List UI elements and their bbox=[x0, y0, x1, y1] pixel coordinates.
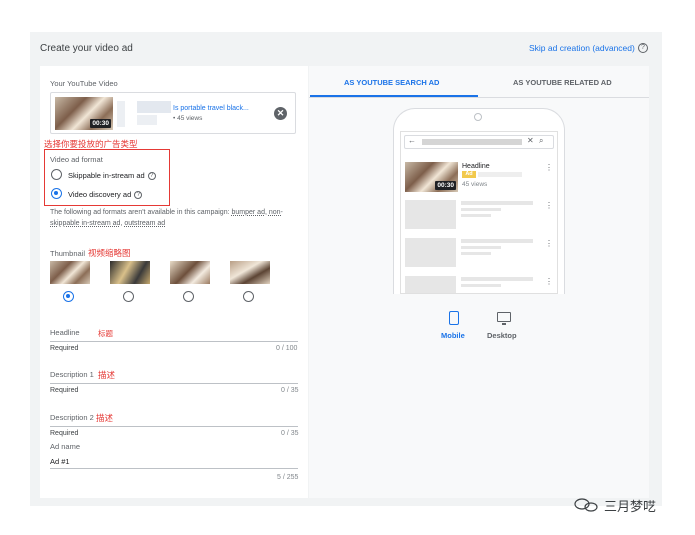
description2-label: Description 2 bbox=[50, 413, 94, 422]
desktop-stand bbox=[502, 323, 506, 325]
selected-video-card[interactable]: 00:30 Is portable travel black... • 45 v… bbox=[50, 92, 296, 134]
thumbnail-image bbox=[230, 261, 270, 284]
headline-counter: 0 / 100 bbox=[276, 345, 298, 352]
thumbnail-radio-4[interactable] bbox=[243, 291, 254, 302]
desktop-icon[interactable] bbox=[497, 312, 511, 322]
placeholder-line bbox=[461, 239, 533, 243]
tab-divider bbox=[309, 97, 649, 98]
video-discovery-option-label: Video discovery ad bbox=[68, 190, 132, 199]
more-options-icon: ⋮ bbox=[545, 163, 553, 172]
thumbnail-option-1[interactable] bbox=[50, 261, 90, 284]
thumbnail-option-3[interactable] bbox=[170, 261, 210, 284]
skippable-option[interactable]: Skippable in-stream ad? bbox=[68, 171, 156, 181]
video-section-label: Your YouTube Video bbox=[50, 79, 118, 88]
ad-name-counter: 5 / 255 bbox=[277, 474, 299, 481]
video-thumbnail: 00:30 bbox=[55, 97, 113, 130]
description1-input[interactable] bbox=[50, 383, 298, 384]
thumbnail-label: Thumbnail bbox=[50, 249, 86, 258]
placeholder-line bbox=[461, 246, 501, 249]
description2-counter: 0 / 35 bbox=[281, 430, 299, 437]
placeholder-thumbnail bbox=[405, 200, 456, 229]
device-desktop[interactable]: Desktop bbox=[487, 331, 517, 340]
headline-label: Headline bbox=[50, 328, 80, 337]
description2-annotation: 描述 bbox=[96, 413, 114, 423]
description2-input[interactable] bbox=[50, 426, 298, 427]
tab-search-ad[interactable]: AS YOUTUBE SEARCH AD bbox=[344, 78, 439, 87]
clear-icon: ✕ bbox=[527, 136, 534, 145]
wechat-icon bbox=[574, 498, 598, 512]
tab-related-ad[interactable]: AS YOUTUBE RELATED AD bbox=[513, 78, 612, 87]
help-icon[interactable]: ? bbox=[147, 172, 156, 181]
headline-required: Required bbox=[50, 345, 79, 352]
thumbnail-option-4[interactable] bbox=[230, 261, 270, 284]
placeholder-line bbox=[461, 208, 501, 211]
skip-ad-creation-link[interactable]: Skip ad creation (advanced) bbox=[529, 43, 635, 53]
preview-duration: 00:30 bbox=[435, 181, 456, 190]
thumbnail-image bbox=[50, 261, 90, 284]
watermark-text: 三月梦呓 bbox=[604, 499, 657, 514]
thumbnail-image bbox=[170, 261, 210, 284]
help-icon[interactable]: ? bbox=[134, 191, 143, 200]
ad-badge: Ad bbox=[462, 171, 476, 178]
placeholder-line bbox=[461, 252, 491, 255]
blurred-text bbox=[478, 172, 522, 177]
page-title: Create your video ad bbox=[40, 43, 133, 54]
phone-camera bbox=[474, 113, 482, 121]
description1-annotation: 描述 bbox=[98, 370, 116, 380]
thumbnail-annotation: 视频缩略图 bbox=[88, 248, 131, 258]
thumbnail-radio-3[interactable] bbox=[183, 291, 194, 302]
more-options-icon: ⋮ bbox=[545, 277, 553, 286]
headline-annotation: 标题 bbox=[98, 329, 113, 338]
ad-format-label: Video ad format bbox=[50, 155, 103, 164]
help-icon[interactable]: ? bbox=[638, 43, 648, 53]
skippable-option-label: Skippable in-stream ad bbox=[68, 171, 145, 180]
note-text: The following ad formats aren't availabl… bbox=[50, 209, 230, 216]
blurred-text bbox=[137, 115, 157, 125]
description1-label: Description 1 bbox=[50, 370, 94, 379]
preview-headline: Headline bbox=[462, 163, 490, 170]
ad-name-underline bbox=[50, 468, 298, 469]
remove-video-icon[interactable]: ✕ bbox=[274, 107, 287, 120]
preview-ad-thumbnail: 00:30 bbox=[405, 162, 458, 192]
placeholder-thumbnail bbox=[405, 238, 456, 267]
ad-name-label: Ad name bbox=[50, 442, 81, 451]
ad-name-input[interactable]: Ad #1 bbox=[50, 457, 70, 466]
video-discovery-option[interactable]: Video discovery ad? bbox=[68, 190, 143, 200]
placeholder-thumbnail bbox=[405, 276, 456, 293]
blurred-text bbox=[137, 101, 171, 113]
headline-input[interactable] bbox=[50, 341, 298, 342]
preview-views: 45 views bbox=[462, 181, 488, 188]
thumbnail-radio-2[interactable] bbox=[123, 291, 134, 302]
device-mobile[interactable]: Mobile bbox=[441, 331, 465, 340]
thumbnail-image bbox=[110, 261, 150, 284]
description2-required: Required bbox=[50, 430, 79, 437]
placeholder-line bbox=[461, 201, 533, 205]
video-views: • 45 views bbox=[173, 115, 203, 122]
active-tab-indicator bbox=[310, 95, 478, 97]
search-icon: ⌕ bbox=[539, 136, 544, 145]
placeholder-line bbox=[461, 277, 533, 281]
unavailable-formats-note: The following ad formats aren't availabl… bbox=[50, 209, 283, 227]
back-arrow-icon: ← bbox=[408, 136, 416, 145]
outstream-link[interactable]: outstream ad bbox=[124, 220, 165, 227]
thumbnail-option-2[interactable] bbox=[110, 261, 150, 284]
video-title[interactable]: Is portable travel black... bbox=[173, 105, 249, 112]
placeholder-line bbox=[461, 214, 491, 217]
blurred-text bbox=[117, 101, 125, 127]
bumper-ad-link[interactable]: bumper ad bbox=[232, 209, 265, 216]
skippable-radio[interactable] bbox=[51, 169, 62, 180]
mobile-icon[interactable] bbox=[449, 311, 459, 325]
placeholder-line bbox=[461, 284, 501, 287]
search-query-placeholder bbox=[422, 139, 522, 145]
video-discovery-radio[interactable] bbox=[51, 188, 62, 199]
thumbnail-radio-1[interactable] bbox=[63, 291, 74, 302]
description1-counter: 0 / 35 bbox=[281, 387, 299, 394]
more-options-icon: ⋮ bbox=[545, 239, 553, 248]
more-options-icon: ⋮ bbox=[545, 201, 553, 210]
description1-required: Required bbox=[50, 387, 79, 394]
video-duration: 00:30 bbox=[90, 119, 111, 128]
